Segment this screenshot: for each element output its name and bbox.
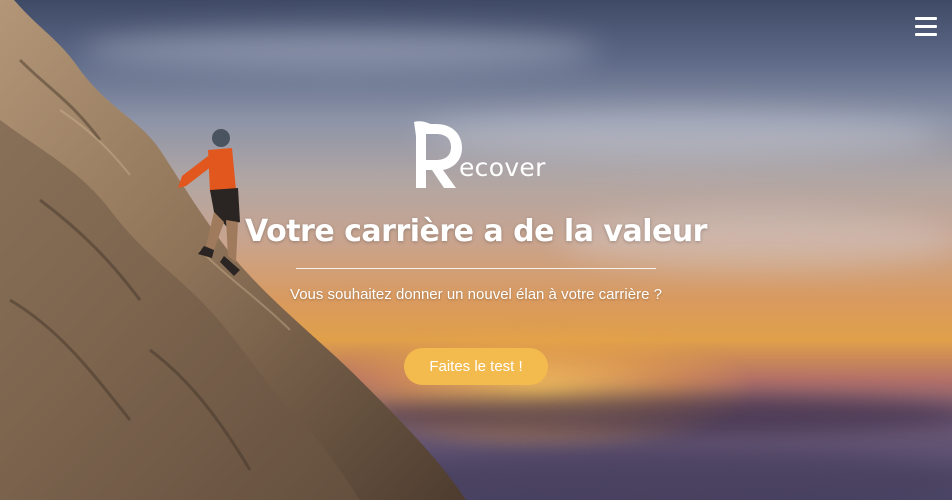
hero-headline: Votre carrière a de la valeur (245, 214, 707, 249)
take-test-button[interactable]: Faites le test ! (404, 348, 548, 385)
headline-divider (296, 268, 656, 269)
brand-name: ecover (459, 153, 546, 182)
hero-section: ecover Votre carrière a de la valeur Vou… (0, 0, 952, 500)
reecover-logo-mark-icon (414, 121, 462, 188)
hero-content: ecover Votre carrière a de la valeur Vou… (0, 0, 952, 500)
hero-subtitle: Vous souhaitez donner un nouvel élan à v… (290, 286, 662, 303)
reecover-logo[interactable]: ecover (412, 120, 545, 190)
